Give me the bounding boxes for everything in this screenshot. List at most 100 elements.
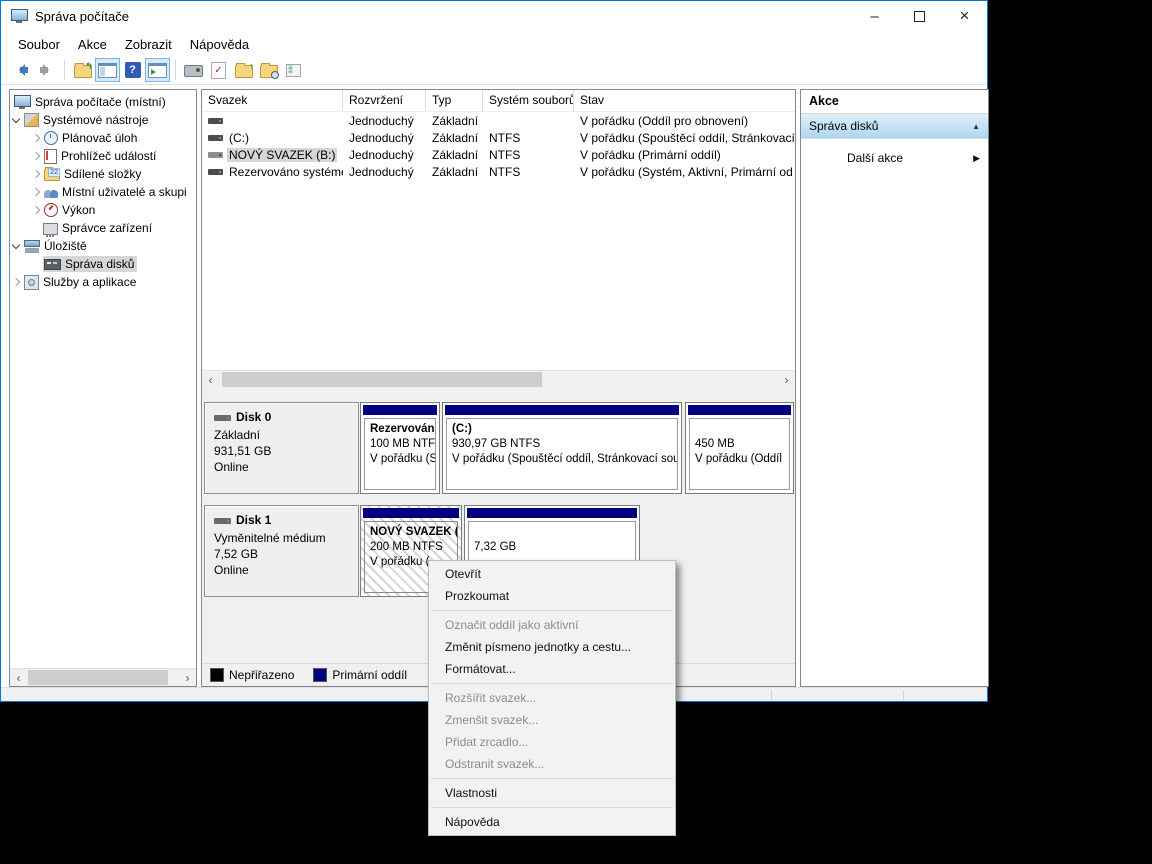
action-pane-toggle-button[interactable] bbox=[145, 58, 170, 82]
shared-folder-icon: 22 bbox=[44, 169, 60, 181]
back-button[interactable] bbox=[9, 58, 34, 82]
disk0-partition-recovery[interactable]: 450 MB V pořádku (Oddíl bbox=[685, 402, 794, 494]
menubar: Soubor Akce Zobrazit Nápověda bbox=[1, 32, 987, 56]
up-level-button[interactable]: ↰ bbox=[70, 58, 95, 82]
tree-item-performance[interactable]: Výkon bbox=[10, 201, 196, 219]
tree-item-services-applications[interactable]: Služby a aplikace bbox=[10, 273, 196, 291]
tree-item-disk-management[interactable]: Správa disků bbox=[10, 255, 196, 273]
volume-list: Svazek Rozvržení Typ Systém souborů Stav… bbox=[202, 90, 795, 370]
explore-folder-icon bbox=[260, 65, 278, 78]
actions-item-more-actions[interactable]: Další akce ▶ bbox=[801, 147, 988, 169]
menu-item-zmensit-svazek: Zmenšit svazek... bbox=[429, 709, 675, 731]
tree-item-storage[interactable]: Úložiště bbox=[10, 237, 196, 255]
tree-item-local-users-groups[interactable]: Místní uživatelé a skupi bbox=[10, 183, 196, 201]
chevron-collapsed-icon[interactable] bbox=[12, 278, 20, 286]
disk0-partition-c[interactable]: (C:) 930,97 GB NTFS V pořádku (Spouštěcí… bbox=[442, 402, 682, 494]
menu-zobrazit[interactable]: Zobrazit bbox=[116, 34, 181, 55]
task-list-button[interactable]: ≡≡ bbox=[281, 58, 306, 82]
maximize-button[interactable] bbox=[897, 1, 942, 31]
volume-row[interactable]: Rezervováno systémem Jednoduchý Základní… bbox=[202, 163, 795, 180]
menu-item-prozkoumat[interactable]: Prozkoumat bbox=[429, 585, 675, 607]
disk1-info[interactable]: Disk 1 Vyměnitelné médium 7,52 GB Online bbox=[204, 505, 359, 597]
disk-icon bbox=[214, 415, 231, 421]
tree-item-shared-folders[interactable]: 22 Sdílené složky bbox=[10, 165, 196, 183]
close-button[interactable]: × bbox=[942, 1, 987, 31]
column-svazek[interactable]: Svazek bbox=[202, 90, 343, 111]
tree-item-device-manager[interactable]: Správce zařízení bbox=[10, 219, 196, 237]
tree-item-computer-management[interactable]: Správa počítače (místní) bbox=[10, 93, 196, 111]
scroll-right-icon[interactable]: › bbox=[778, 371, 795, 388]
chevron-collapsed-icon[interactable] bbox=[32, 134, 40, 142]
menu-item-zmenit-pismeno[interactable]: Změnit písmeno jednotky a cestu... bbox=[429, 636, 675, 658]
scrollbar-thumb[interactable] bbox=[222, 372, 542, 387]
volume-list-horizontal-scrollbar[interactable]: ‹ › bbox=[202, 370, 795, 388]
app-icon bbox=[11, 9, 28, 21]
statusbar-separator bbox=[771, 690, 772, 700]
scroll-left-icon[interactable]: ‹ bbox=[10, 669, 27, 686]
scrollbar-thumb[interactable] bbox=[28, 670, 168, 685]
column-rozvrzeni[interactable]: Rozvržení bbox=[343, 90, 426, 111]
minimize-button[interactable]: – bbox=[852, 1, 897, 31]
open-button[interactable]: ↑ bbox=[231, 58, 256, 82]
chevron-expanded-icon[interactable] bbox=[12, 115, 20, 123]
partition-type-bar bbox=[445, 405, 679, 415]
chevron-collapsed-icon[interactable] bbox=[32, 206, 40, 214]
menu-soubor[interactable]: Soubor bbox=[9, 34, 69, 55]
toolbar-separator bbox=[64, 60, 65, 80]
console-tree-toggle-button[interactable] bbox=[95, 58, 120, 82]
menu-napoveda[interactable]: Nápověda bbox=[181, 34, 258, 55]
services-icon bbox=[24, 275, 39, 290]
toolbar: ↰ ? ✓ ↑ ≡≡ bbox=[1, 56, 987, 85]
menu-item-rozsirit-svazek: Rozšířit svazek... bbox=[429, 687, 675, 709]
collapse-up-icon[interactable]: ▲ bbox=[972, 122, 980, 131]
chevron-expanded-icon[interactable] bbox=[12, 241, 20, 249]
check-volume-button[interactable]: ✓ bbox=[206, 58, 231, 82]
unallocated-swatch bbox=[210, 668, 224, 682]
tree-item-task-scheduler[interactable]: Plánovač úloh bbox=[10, 129, 196, 147]
column-system-souboru[interactable]: Systém souborů bbox=[483, 90, 574, 111]
volume-row[interactable]: (C:) Jednoduchý Základní NTFS V pořádku … bbox=[202, 129, 795, 146]
window-title: Správa počítače bbox=[35, 9, 129, 24]
maximize-icon bbox=[914, 11, 925, 22]
users-icon bbox=[44, 186, 58, 198]
up-folder-icon: ↰ bbox=[74, 65, 92, 78]
device-view-button[interactable] bbox=[181, 58, 206, 82]
tree-horizontal-scrollbar[interactable]: ‹ › bbox=[10, 668, 196, 686]
desktop: { "window": { "title": "Správa počítače"… bbox=[0, 0, 1152, 864]
tree-item-system-tools[interactable]: Systémové nástroje bbox=[10, 111, 196, 129]
menu-akce[interactable]: Akce bbox=[69, 34, 116, 55]
chevron-collapsed-icon[interactable] bbox=[32, 188, 40, 196]
chevron-collapsed-icon[interactable] bbox=[32, 152, 40, 160]
forward-button[interactable] bbox=[34, 58, 59, 82]
menu-item-vlastnosti[interactable]: Vlastnosti bbox=[429, 782, 675, 804]
console-tree-icon bbox=[98, 63, 117, 78]
disk0-partition-reserved[interactable]: Rezervován 100 MB NTF V pořádku (S bbox=[360, 402, 440, 494]
column-typ[interactable]: Typ bbox=[426, 90, 483, 111]
device-manager-icon bbox=[43, 223, 58, 235]
volume-list-header: Svazek Rozvržení Typ Systém souborů Stav bbox=[202, 90, 795, 112]
menu-separator bbox=[431, 683, 673, 684]
scroll-right-icon[interactable]: › bbox=[179, 669, 196, 686]
column-stav[interactable]: Stav bbox=[574, 90, 795, 111]
partition-type-bar bbox=[363, 508, 459, 518]
actions-pane: Akce Správa disků ▲ Další akce ▶ bbox=[800, 89, 989, 687]
disk0-info[interactable]: Disk 0 Základní 931,51 GB Online bbox=[204, 402, 359, 494]
menu-item-otevrit[interactable]: Otevřít bbox=[429, 563, 675, 585]
toolbar-separator bbox=[175, 60, 176, 80]
task-list-icon: ≡≡ bbox=[286, 64, 301, 77]
menu-item-pridat-zrcadlo: Přidat zrcadlo... bbox=[429, 731, 675, 753]
menu-separator bbox=[431, 610, 673, 611]
tree-item-event-viewer[interactable]: Prohlížeč událostí bbox=[10, 147, 196, 165]
menu-item-napoveda[interactable]: Nápověda bbox=[429, 811, 675, 833]
volume-row[interactable]: Jednoduchý Základní V pořádku (Oddíl pro… bbox=[202, 112, 795, 129]
actions-group-disk-management[interactable]: Správa disků ▲ bbox=[801, 114, 988, 139]
scroll-left-icon[interactable]: ‹ bbox=[202, 371, 219, 388]
console-tree-pane: Správa počítače (místní) Systémové nástr… bbox=[9, 89, 197, 687]
chevron-collapsed-icon[interactable] bbox=[32, 170, 40, 178]
menu-item-formatovat[interactable]: Formátovat... bbox=[429, 658, 675, 680]
close-icon: × bbox=[960, 6, 970, 26]
legend-label: Nepřiřazeno bbox=[229, 668, 294, 682]
volume-row-selected[interactable]: NOVÝ SVAZEK (B:) Jednoduchý Základní NTF… bbox=[202, 146, 795, 163]
explore-button[interactable] bbox=[256, 58, 281, 82]
help-button[interactable]: ? bbox=[120, 58, 145, 82]
